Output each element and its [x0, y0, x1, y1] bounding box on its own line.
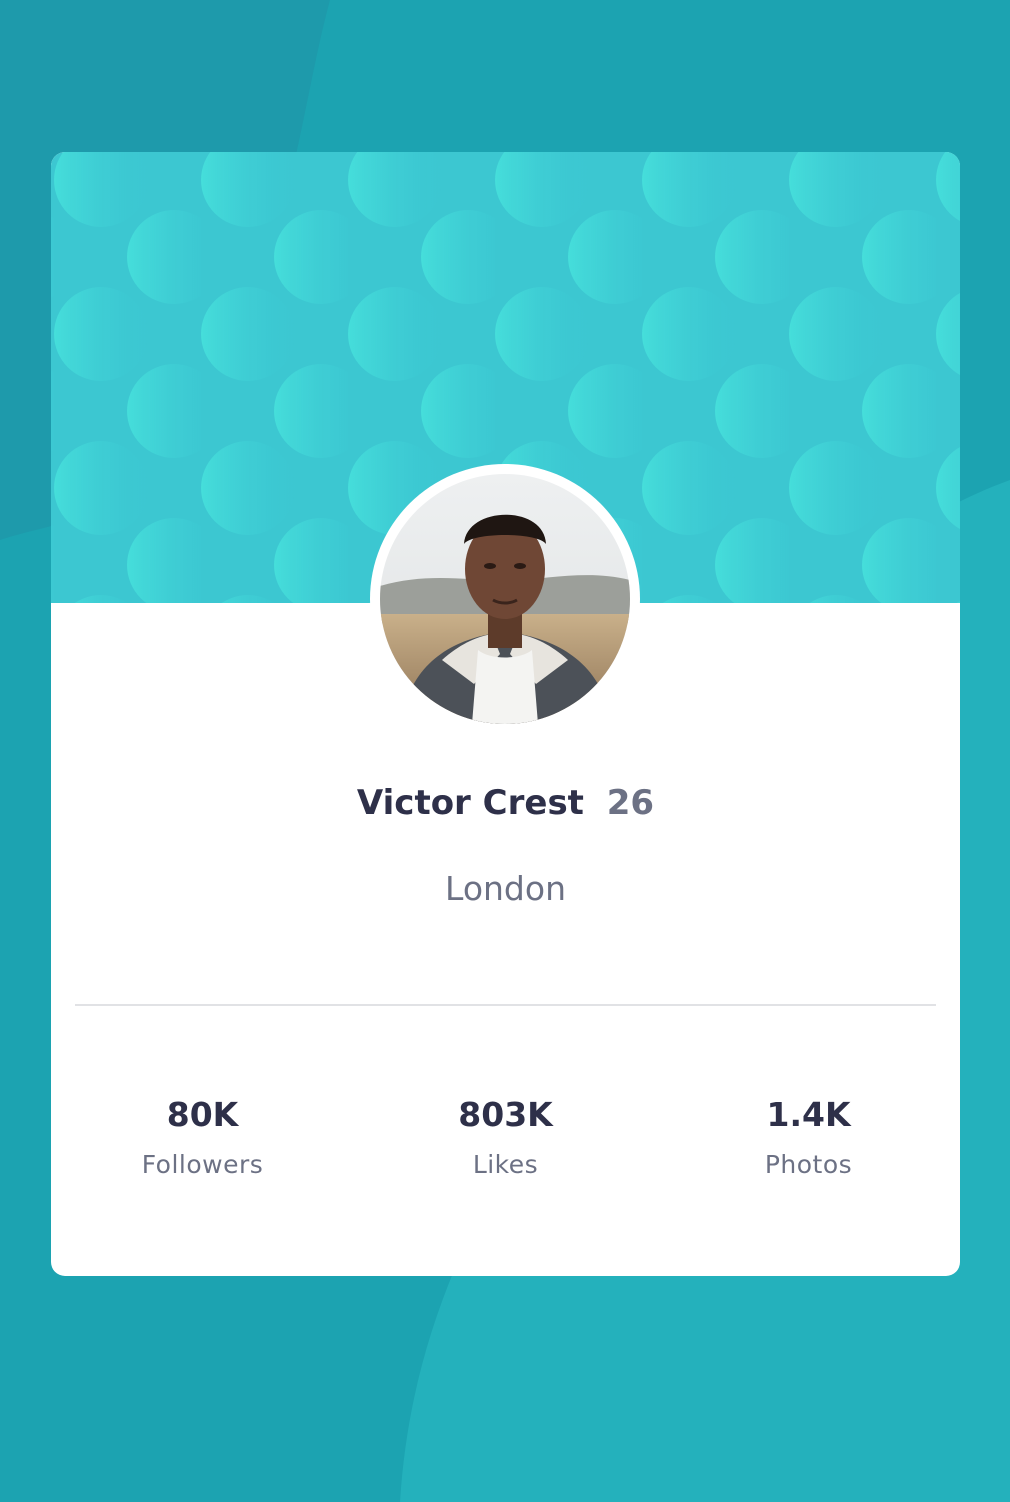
stat-value: 80K [166, 1095, 239, 1134]
stat-photos: 1.4K Photos [657, 1092, 960, 1182]
profile-card: Victor Crest 26 London 80K Followers 803… [51, 152, 960, 1276]
stat-label: Likes [472, 1150, 539, 1179]
stat-label: Photos [764, 1150, 853, 1179]
name-line: Victor Crest 26 [51, 780, 960, 826]
profile-age: 26 [606, 783, 655, 823]
stat-followers: 80K Followers [51, 1092, 354, 1182]
stat-value: 1.4K [766, 1095, 851, 1134]
stat-label: Followers [141, 1150, 264, 1179]
profile-name: Victor Crest [356, 783, 584, 823]
avatar[interactable] [380, 474, 630, 724]
stat-likes: 803K Likes [354, 1092, 657, 1182]
avatar-photo [380, 474, 630, 724]
avatar-ring [370, 464, 640, 734]
divider [75, 1004, 936, 1006]
profile-city: London [445, 869, 566, 908]
stat-value: 803K [458, 1095, 553, 1134]
